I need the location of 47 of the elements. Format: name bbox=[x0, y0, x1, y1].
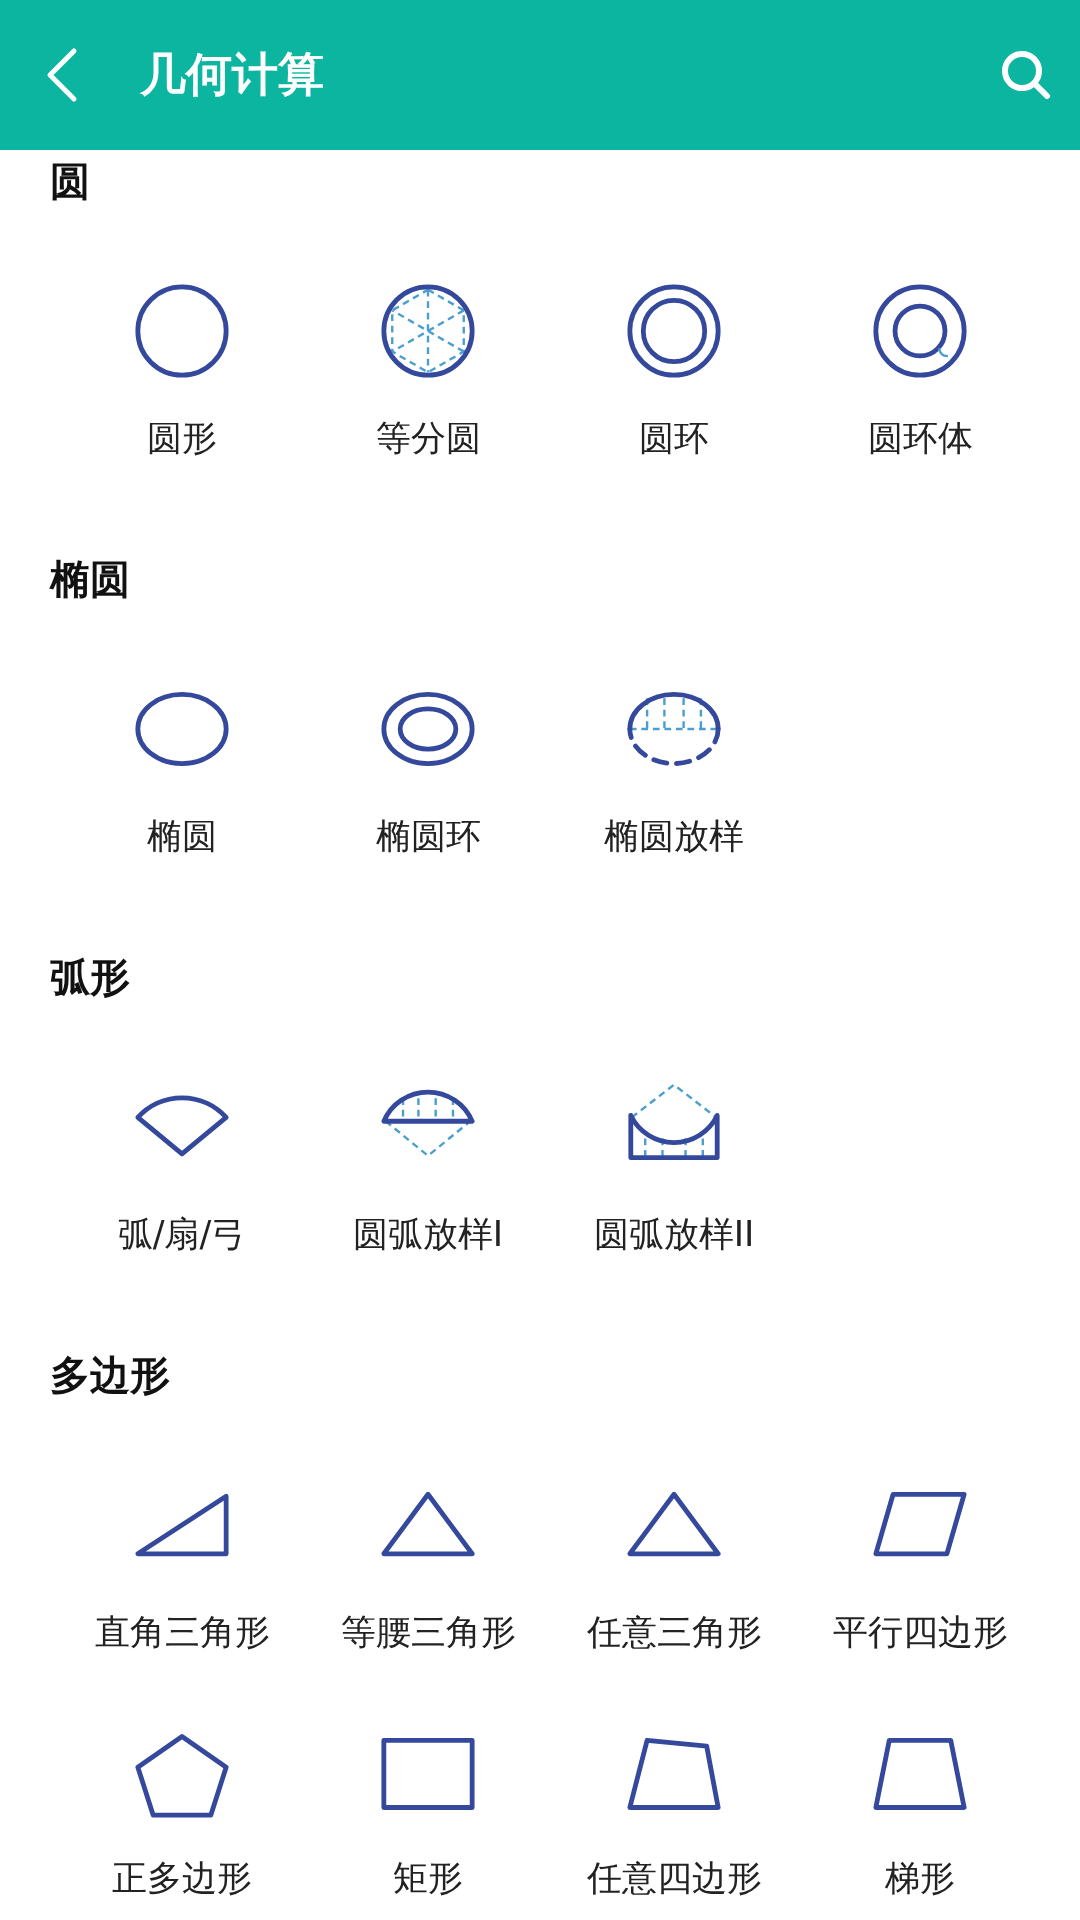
shape-label: 梯形 bbox=[885, 1858, 955, 1898]
section-title: 圆 bbox=[49, 157, 91, 206]
section-title: 多边形 bbox=[49, 1351, 171, 1400]
shape-item[interactable]: 任意四边形 bbox=[551, 1652, 797, 1898]
shape-label: 直角三角形 bbox=[94, 1612, 270, 1652]
page-title: 几何计算 bbox=[140, 46, 325, 103]
shape-label: 任意四边形 bbox=[586, 1858, 762, 1898]
shape-label: 椭圆 bbox=[147, 816, 217, 856]
shape-label: 椭圆放样 bbox=[604, 816, 744, 856]
divided-circle-icon bbox=[380, 283, 476, 379]
shape-item[interactable]: 圆弧放样I bbox=[305, 1008, 551, 1254]
shape-item[interactable]: 圆弧放样II bbox=[551, 1008, 797, 1254]
shape-item[interactable]: 圆环 bbox=[551, 212, 797, 458]
shape-item[interactable]: 圆环体 bbox=[797, 212, 1043, 458]
shape-item[interactable]: 矩形 bbox=[305, 1652, 551, 1898]
torus-icon bbox=[872, 283, 968, 379]
shape-label: 等腰三角形 bbox=[340, 1612, 516, 1652]
shape-label: 等分圆 bbox=[375, 418, 481, 458]
circle-icon bbox=[134, 283, 230, 379]
shape-item[interactable]: 椭圆环 bbox=[305, 610, 551, 856]
search-button[interactable] bbox=[1000, 49, 1052, 101]
shape-item[interactable]: 任意三角形 bbox=[551, 1406, 797, 1652]
shape-item[interactable]: 正多边形 bbox=[59, 1652, 305, 1898]
shape-label: 圆弧放样II bbox=[593, 1214, 755, 1254]
shape-label: 弧/扇/弓 bbox=[117, 1214, 247, 1254]
shape-item[interactable]: 圆形 bbox=[59, 212, 305, 458]
shape-label: 圆形 bbox=[147, 418, 217, 458]
shape-item[interactable]: 椭圆放样 bbox=[551, 610, 797, 856]
section-title: 弧形 bbox=[49, 953, 131, 1002]
shape-label: 椭圆环 bbox=[375, 816, 481, 856]
shape-item[interactable]: 梯形 bbox=[797, 1652, 1043, 1898]
shape-label: 矩形 bbox=[393, 1858, 463, 1898]
section-title: 椭圆 bbox=[48, 555, 131, 604]
search-icon bbox=[1000, 49, 1052, 101]
shape-label: 任意三角形 bbox=[586, 1612, 762, 1652]
shape-item[interactable]: 直角三角形 bbox=[59, 1406, 305, 1652]
shape-label: 圆环 bbox=[639, 418, 709, 458]
shape-item[interactable]: 平行四边形 bbox=[797, 1406, 1043, 1652]
shape-item[interactable]: 等腰三角形 bbox=[305, 1406, 551, 1652]
shape-item[interactable]: 椭圆 bbox=[59, 610, 305, 856]
shape-item[interactable]: 等分圆 bbox=[305, 212, 551, 458]
shape-item[interactable]: 弧/扇/弓 bbox=[59, 1008, 305, 1254]
shape-label: 正多边形 bbox=[112, 1858, 252, 1898]
ring-icon bbox=[626, 283, 722, 379]
shape-label: 平行四边形 bbox=[832, 1612, 1008, 1652]
shape-label: 圆弧放样I bbox=[352, 1214, 504, 1254]
shape-label: 圆环体 bbox=[867, 418, 973, 458]
